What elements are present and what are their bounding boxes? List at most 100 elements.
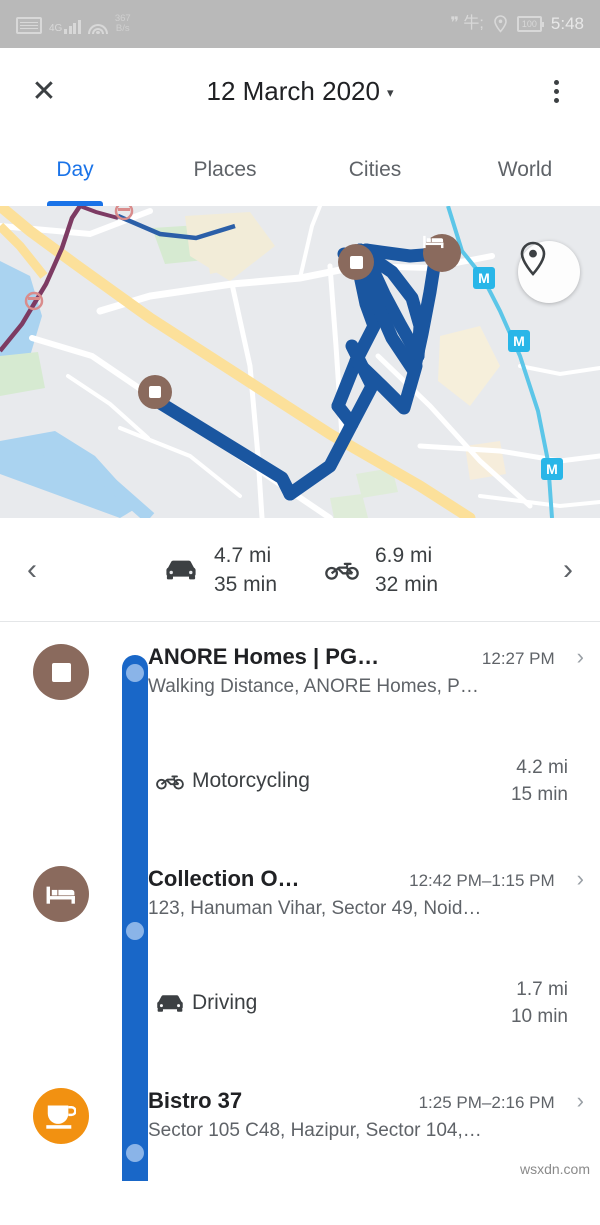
place-icon-cafe[interactable] [33, 1088, 89, 1144]
tab-day-label: Day [56, 158, 94, 181]
travel-stat: 1.7 mi 10 min [511, 976, 568, 1030]
signal-bars-icon: 4G [49, 19, 81, 34]
place-marker-hotel[interactable] [423, 234, 461, 272]
travel-segment[interactable]: Driving 1.7 mi 10 min [148, 976, 584, 1030]
tab-day[interactable]: Day [0, 134, 150, 206]
coffee-cup-icon [46, 1104, 76, 1129]
tab-cities[interactable]: Cities [300, 134, 450, 206]
square-stop-icon [51, 662, 71, 682]
tab-bar: Day Places Cities World [0, 134, 600, 206]
timeline-entry-subtitle: 123, Hanuman Vihar, Sector 49, Noid… [148, 898, 482, 919]
bed-icon [46, 886, 75, 904]
travel-distance: 4.2 mi [516, 757, 568, 778]
timeline-list: ANORE Homes | PG… 12:27 PM › Walking Dis… [0, 622, 600, 1181]
chevron-right-icon[interactable]: › [536, 553, 600, 587]
motorcycle-icon [323, 560, 361, 580]
close-icon[interactable]: ✕ [22, 69, 66, 113]
timeline-entry-header: Bistro 37 1:25 PM–2:16 PM › [148, 1088, 584, 1114]
chevron-right-icon[interactable]: › [567, 644, 584, 670]
timeline-entry-subtitle: Walking Distance, ANORE Homes, P… [148, 676, 479, 697]
bed-icon [423, 235, 444, 249]
timeline-entry-header: Collection O… 12:42 PM–1:15 PM › [148, 866, 584, 892]
timeline-entry-icon-slot [0, 1088, 122, 1144]
timeline-entry[interactable]: Bistro 37 1:25 PM–2:16 PM › Sector 105 C… [0, 1030, 600, 1162]
travel-duration: 10 min [510, 1006, 568, 1027]
map-canvas [0, 206, 600, 518]
timeline-entry[interactable]: Collection O… 12:42 PM–1:15 PM › 123, Ha… [0, 808, 600, 1030]
timeline-dot [126, 664, 144, 682]
tab-cities-label: Cities [348, 158, 402, 181]
timeline-entry-time: 1:25 PM–2:16 PM [418, 1093, 555, 1112]
timeline-entry-subtitle: Sector 105 C48, Hazipur, Sector 104,… [148, 1120, 482, 1141]
timeline-dot [126, 1144, 144, 1162]
status-bar-clock: 5:48 [550, 14, 584, 33]
car-icon [162, 559, 200, 581]
metro-station-icon-2: M [508, 330, 530, 352]
timeline-entry-icon-slot [0, 644, 122, 808]
travel-stats-group: 4.7 mi 35 min 6.9 mi 32 min [64, 541, 536, 599]
stat-driving[interactable]: 4.7 mi 35 min [162, 541, 277, 599]
bluetooth-icon: ❞ 牛; [450, 15, 484, 32]
stat-driving-distance: 4.7 mi [213, 543, 272, 567]
timeline-entry-title: ANORE Homes | PG… [148, 644, 380, 669]
timeline-dot-slot [122, 866, 148, 1030]
travel-mode-label: Driving [192, 991, 258, 1014]
travel-mode-label: Motorcycling [192, 769, 310, 792]
square-stop-icon [149, 386, 161, 398]
tab-world-label: World [497, 158, 553, 181]
travel-distance: 1.7 mi [516, 979, 568, 1000]
app-bar: ✕ 12 March 2020 ▾ [0, 48, 600, 134]
tab-places[interactable]: Places [150, 134, 300, 206]
place-marker-subarea[interactable] [138, 375, 172, 409]
place-icon-stop[interactable] [33, 644, 89, 700]
location-pin-icon [520, 241, 546, 276]
chevron-down-icon: ▾ [386, 84, 394, 100]
location-icon [494, 15, 507, 33]
travel-segment[interactable]: Motorcycling 4.2 mi 15 min [148, 754, 584, 808]
stat-driving-duration: 35 min [213, 572, 277, 596]
metro-station-icon: M [473, 267, 495, 289]
network-type-label: 4G [49, 23, 63, 34]
chevron-left-icon[interactable]: ‹ [0, 553, 64, 587]
timeline-entry-time: 12:42 PM–1:15 PM [409, 871, 555, 890]
timeline-entry-body: ANORE Homes | PG… 12:27 PM › Walking Dis… [148, 644, 600, 808]
stat-driving-text: 4.7 mi 35 min [214, 541, 277, 599]
timeline-entry[interactable]: ANORE Homes | PG… 12:27 PM › Walking Dis… [0, 622, 600, 808]
timeline-entry-time: 12:27 PM [481, 649, 555, 668]
car-icon [148, 994, 192, 1013]
timeline-entry-title: Bistro 37 [148, 1088, 243, 1113]
chevron-right-icon[interactable]: › [567, 866, 584, 892]
place-icon-hotel[interactable] [33, 866, 89, 922]
battery-indicator: 100 [516, 16, 544, 32]
travel-duration: 15 min [510, 784, 568, 805]
timeline-dot-slot [122, 1088, 148, 1162]
status-bar-right: ❞ 牛; 100 5:48 [450, 14, 584, 34]
travel-stats-bar: ‹ 4.7 mi 35 min 6.9 mi 32 min › [0, 518, 600, 622]
square-stop-icon [349, 255, 363, 269]
page-title-text: 12 March 2020 [206, 75, 380, 106]
timeline-entry-icon-slot [0, 866, 122, 1030]
stat-motorcycling-distance: 6.9 mi [375, 543, 433, 567]
status-bar-left: 4G 367 B/s [16, 14, 450, 34]
more-vertical-icon[interactable] [534, 69, 578, 113]
timeline-entry-header: ANORE Homes | PG… 12:27 PM › [148, 644, 584, 670]
tab-world[interactable]: World [450, 134, 600, 206]
timeline-dot [126, 922, 144, 940]
place-marker-stop[interactable] [338, 244, 374, 280]
chevron-right-icon[interactable]: › [567, 1088, 584, 1114]
sim-card-icon [16, 17, 42, 34]
metro-station-icon-3: M [541, 458, 563, 480]
stat-motorcycling-text: 6.9 mi 32 min [375, 541, 438, 599]
page-title[interactable]: 12 March 2020 ▾ [0, 76, 600, 107]
stat-motorcycling[interactable]: 6.9 mi 32 min [323, 541, 438, 599]
status-bar: 4G 367 B/s ❞ 牛; 100 5:48 [0, 0, 600, 48]
travel-stat: 4.2 mi 15 min [511, 754, 568, 808]
data-rate-unit: B/s [115, 23, 130, 34]
map-view[interactable]: SUBAREA सुबरा Yamuna River M M M [0, 206, 600, 518]
location-pin-button[interactable] [518, 241, 580, 303]
timeline-entry-body: Bistro 37 1:25 PM–2:16 PM › Sector 105 C… [148, 1088, 600, 1144]
wifi-icon [87, 19, 108, 34]
data-rate-indicator: 367 B/s [115, 14, 131, 34]
watermark: wsxdn.com [519, 1161, 590, 1177]
motorcycle-icon [148, 773, 192, 790]
